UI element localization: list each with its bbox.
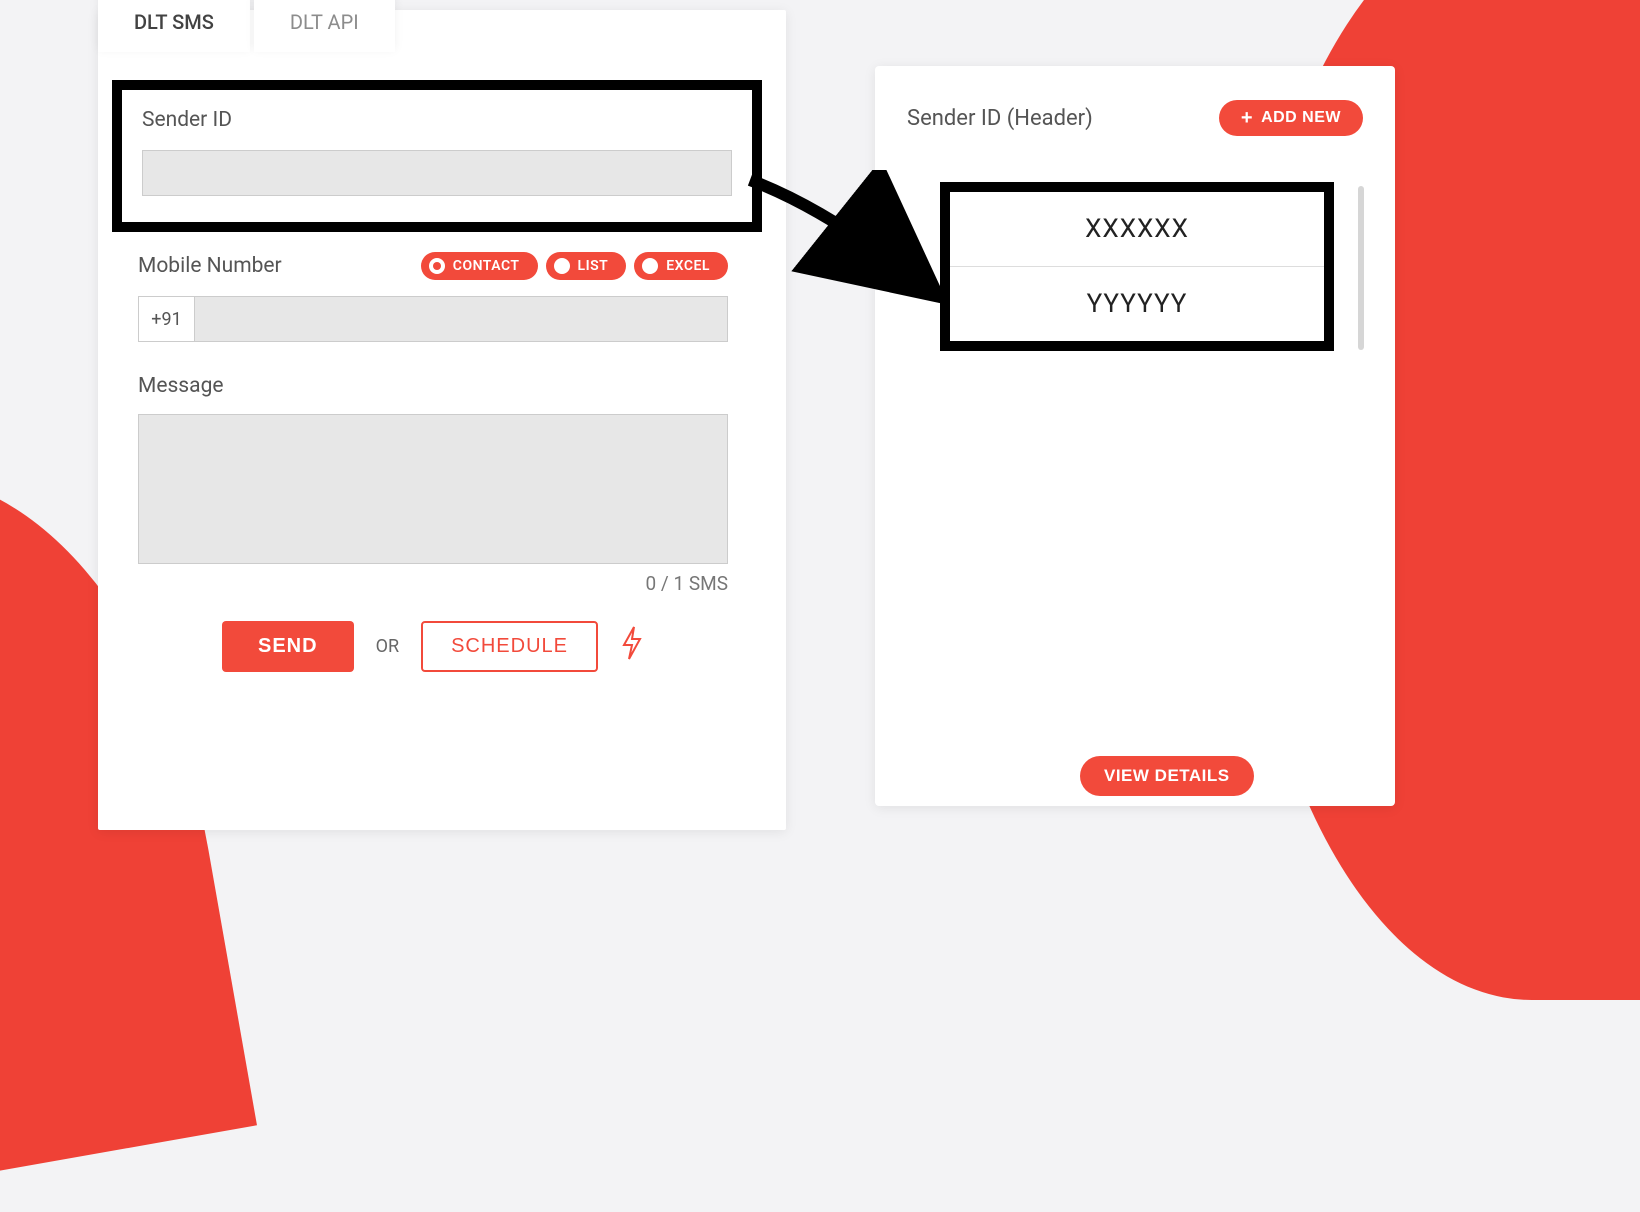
mobile-number-label: Mobile Number [138, 254, 282, 278]
schedule-button[interactable]: SCHEDULE [421, 621, 598, 672]
pill-list-label: LIST [578, 258, 609, 274]
pill-contact[interactable]: CONTACT [421, 252, 538, 280]
mobile-prefix: +91 [139, 297, 195, 341]
sms-counter: 0 / 1 SMS [138, 572, 728, 595]
tab-bar: DLT SMS DLT API [98, 0, 395, 52]
sender-id-input[interactable] [142, 150, 732, 196]
radio-icon [642, 258, 658, 274]
message-label: Message [138, 374, 728, 398]
sender-id-list-item[interactable]: YYYYYY [950, 267, 1324, 341]
view-details-button[interactable]: VIEW DETAILS [1080, 756, 1254, 796]
mobile-number-input-group: +91 [138, 296, 728, 342]
sender-id-list-highlight-box: XXXXXX YYYYYY [940, 182, 1334, 351]
plus-icon: + [1241, 108, 1253, 128]
radio-icon [554, 258, 570, 274]
source-pill-group: CONTACT LIST EXCEL [421, 252, 728, 280]
pill-list[interactable]: LIST [546, 252, 627, 280]
lightning-icon[interactable] [620, 625, 644, 669]
scrollbar[interactable] [1358, 186, 1364, 350]
radio-icon [429, 258, 445, 274]
add-new-button[interactable]: + ADD NEW [1219, 100, 1363, 136]
action-row: SEND OR SCHEDULE [138, 621, 728, 672]
pill-contact-label: CONTACT [453, 258, 520, 274]
pill-excel-label: EXCEL [666, 258, 710, 274]
mobile-number-input[interactable] [195, 297, 727, 341]
sender-id-panel: Sender ID (Header) + ADD NEW [875, 66, 1395, 806]
or-separator: OR [376, 636, 399, 657]
send-button[interactable]: SEND [222, 621, 354, 672]
compose-fields: Mobile Number CONTACT LIST EXCEL +91 Mes… [138, 252, 728, 672]
sender-id-label: Sender ID [142, 108, 732, 132]
message-textarea[interactable] [138, 414, 728, 564]
sender-id-highlight-box: Sender ID [112, 80, 762, 232]
add-new-label: ADD NEW [1261, 109, 1341, 127]
pill-excel[interactable]: EXCEL [634, 252, 728, 280]
tab-dlt-sms[interactable]: DLT SMS [98, 0, 250, 52]
sender-id-header-title: Sender ID (Header) [907, 106, 1093, 131]
sender-id-list-item[interactable]: XXXXXX [950, 192, 1324, 266]
tab-dlt-api[interactable]: DLT API [254, 0, 395, 52]
